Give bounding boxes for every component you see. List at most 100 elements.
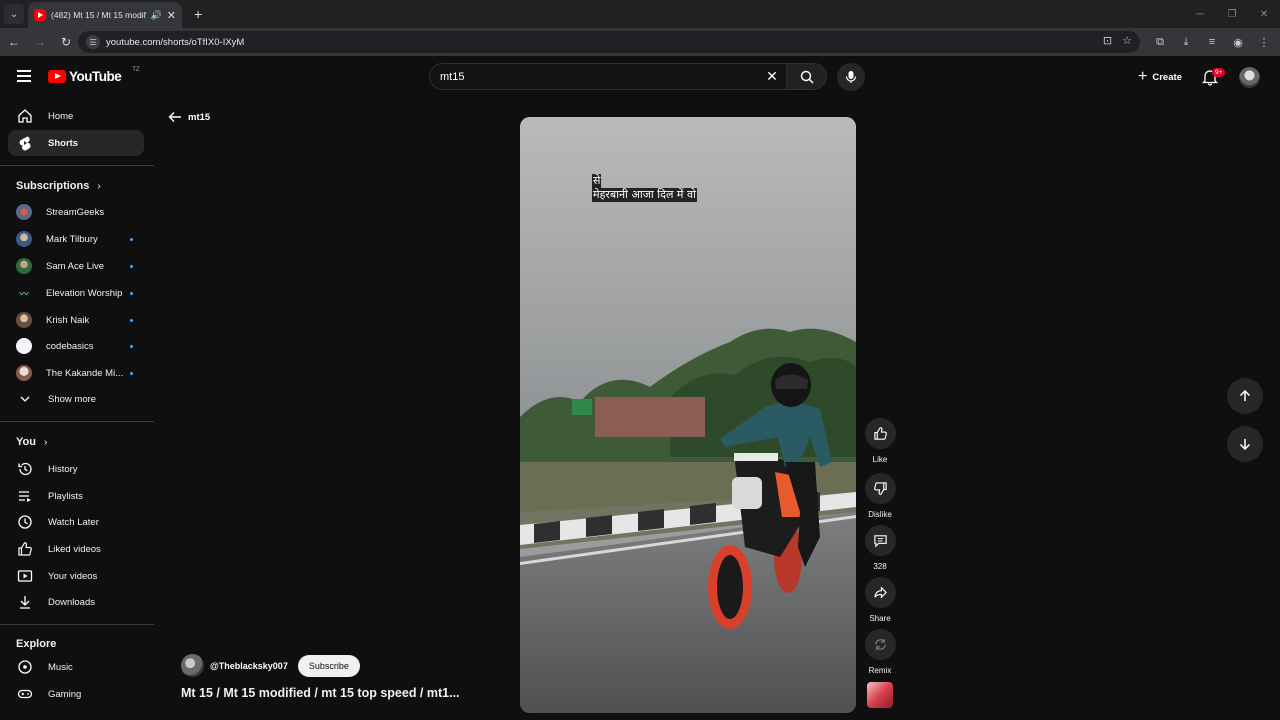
voice-search-button[interactable] <box>837 63 865 91</box>
video-title[interactable]: Mt 15 / Mt 15 modified / mt 15 top speed… <box>181 686 460 700</box>
account-avatar[interactable] <box>1239 67 1260 88</box>
clear-search-icon[interactable]: ✕ <box>758 68 786 85</box>
like-button[interactable]: Like <box>864 418 896 464</box>
bookmark-star-icon[interactable]: ☆ <box>1122 34 1132 47</box>
search-button[interactable] <box>786 64 826 89</box>
audio-source-thumbnail[interactable] <box>867 682 893 708</box>
history-icon <box>16 460 34 478</box>
share-icon <box>873 586 887 599</box>
url-text: youtube.com/shorts/oTfIX0-IXyM <box>106 36 245 48</box>
sidebar-item-music[interactable]: Music <box>8 654 144 680</box>
address-bar[interactable]: ☰ youtube.com/shorts/oTfIX0-IXyM ⊡ ☆ <box>78 31 1140 53</box>
like-label: Like <box>872 455 888 464</box>
playlists-icon <box>16 487 34 505</box>
channel-avatar <box>16 312 32 328</box>
channel-name[interactable]: @Theblacksky007 <box>210 661 288 671</box>
music-icon <box>16 658 34 676</box>
sidebar-item-watch-later[interactable]: Watch Later <box>8 509 144 535</box>
search-icon <box>800 70 814 84</box>
sidebar-item-shorts[interactable]: Shorts <box>8 130 144 156</box>
reload-icon[interactable]: ↻ <box>54 30 78 54</box>
you-header[interactable]: You › <box>16 436 47 448</box>
country-code: TZ <box>132 66 140 73</box>
chevron-down-icon <box>16 390 34 408</box>
comment-count: 328 <box>873 562 887 571</box>
menu-kebab-icon[interactable]: ⋮ <box>1254 32 1274 52</box>
explore-header: Explore <box>16 638 57 650</box>
subscriptions-header[interactable]: Subscriptions › <box>16 180 101 192</box>
channel-avatar <box>16 338 32 354</box>
plus-icon: + <box>1138 68 1148 85</box>
share-button[interactable]: Share <box>864 577 896 623</box>
media-controls-icon[interactable]: ≡ <box>1202 32 1222 52</box>
show-more-button[interactable]: Show more <box>8 386 144 412</box>
create-button[interactable]: + Create <box>1128 64 1192 90</box>
install-app-icon[interactable]: ⊡ <box>1103 34 1112 47</box>
comments-button[interactable]: 328 <box>864 525 896 571</box>
clock-icon <box>16 513 34 531</box>
microphone-icon <box>845 71 857 83</box>
new-content-dot <box>130 264 133 268</box>
new-tab-button[interactable]: + <box>194 6 202 22</box>
channel-avatar <box>16 204 32 220</box>
sidebar-divider <box>0 624 154 625</box>
chevron-right-icon: › <box>43 436 48 448</box>
minimize-button[interactable]: ─ <box>1184 0 1216 28</box>
shorts-icon <box>16 134 34 152</box>
remix-button[interactable]: Remix <box>864 629 896 675</box>
new-content-dot <box>130 344 133 348</box>
close-tab-icon[interactable]: ✕ <box>167 9 176 22</box>
channel-avatar <box>16 258 32 274</box>
forward-arrow-icon[interactable]: → <box>28 30 52 54</box>
channel-avatar[interactable] <box>181 654 204 677</box>
previous-short-button[interactable] <box>1227 378 1263 414</box>
sidebar-item-gaming[interactable]: Gaming <box>8 681 144 707</box>
search-box[interactable]: mt15 ✕ <box>429 63 827 90</box>
comment-icon <box>873 535 887 548</box>
sidebar-divider <box>0 165 154 166</box>
hamburger-menu-icon[interactable] <box>14 66 34 86</box>
search-input[interactable]: mt15 <box>440 71 758 83</box>
channel-info: @Theblacksky007 Subscribe <box>181 654 360 677</box>
browser-tab-strip: ⌄ (482) Mt 15 / Mt 15 modifie 🔊 ✕ + ─ ❐ … <box>0 0 1280 28</box>
window-close-button[interactable]: ✕ <box>1248 0 1280 28</box>
dislike-button[interactable]: Dislike <box>864 473 896 519</box>
remix-icon <box>874 638 886 651</box>
sidebar-item-downloads[interactable]: Downloads <box>8 589 144 615</box>
sidebar-item-streamgeeks[interactable]: StreamGeeks <box>8 199 144 225</box>
sidebar-item-playlists[interactable]: Playlists <box>8 483 144 509</box>
sidebar-item-krish-naik[interactable]: Krish Naik <box>8 307 144 333</box>
extensions-icon[interactable]: ⧉ <box>1150 32 1170 52</box>
video-icon <box>16 567 34 585</box>
speaker-icon[interactable]: 🔊 <box>151 10 162 21</box>
sidebar: Home Shorts Subscriptions › StreamGeeks … <box>0 98 154 720</box>
subscribe-button[interactable]: Subscribe <box>297 654 360 677</box>
tab-title: (482) Mt 15 / Mt 15 modifie <box>51 10 146 20</box>
sidebar-item-home[interactable]: Home <box>8 103 144 129</box>
back-to-search-button[interactable]: mt15 <box>168 111 210 123</box>
youtube-play-icon <box>48 70 66 83</box>
shorts-video-player[interactable]: से मेहरबानी आजा दिल में वो <box>520 117 856 713</box>
back-arrow-icon[interactable]: ← <box>2 30 26 54</box>
arrow-up-icon <box>1239 389 1251 401</box>
sidebar-item-liked-videos[interactable]: Liked videos <box>8 536 144 562</box>
sidebar-item-codebasics[interactable]: codebasics <box>8 333 144 359</box>
browser-tab[interactable]: (482) Mt 15 / Mt 15 modifie 🔊 ✕ <box>28 2 182 28</box>
sidebar-item-the-kakande[interactable]: The Kakande Mi... <box>8 360 144 386</box>
site-info-icon[interactable]: ☰ <box>86 35 100 49</box>
new-content-dot <box>130 318 133 322</box>
arrow-down-icon <box>1239 439 1251 451</box>
next-short-button[interactable] <box>1227 426 1263 462</box>
sidebar-item-elevation-worship[interactable]: 〰 Elevation Worship <box>8 280 144 306</box>
youtube-logo[interactable]: YouTube TZ <box>48 66 140 84</box>
tab-search-button[interactable]: ⌄ <box>4 4 24 24</box>
sidebar-item-sam-ace-live[interactable]: Sam Ace Live <box>8 253 144 279</box>
thumbs-down-icon <box>873 482 887 495</box>
sidebar-item-history[interactable]: History <box>8 456 144 482</box>
restore-button[interactable]: ❐ <box>1216 0 1248 28</box>
downloads-icon[interactable]: ⤓ <box>1176 32 1196 52</box>
sidebar-item-your-videos[interactable]: Your videos <box>8 563 144 589</box>
arrow-left-icon <box>168 112 181 122</box>
sidebar-item-mark-tilbury[interactable]: Mark Tilbury <box>8 226 144 252</box>
profile-icon[interactable]: ◉ <box>1228 32 1248 52</box>
